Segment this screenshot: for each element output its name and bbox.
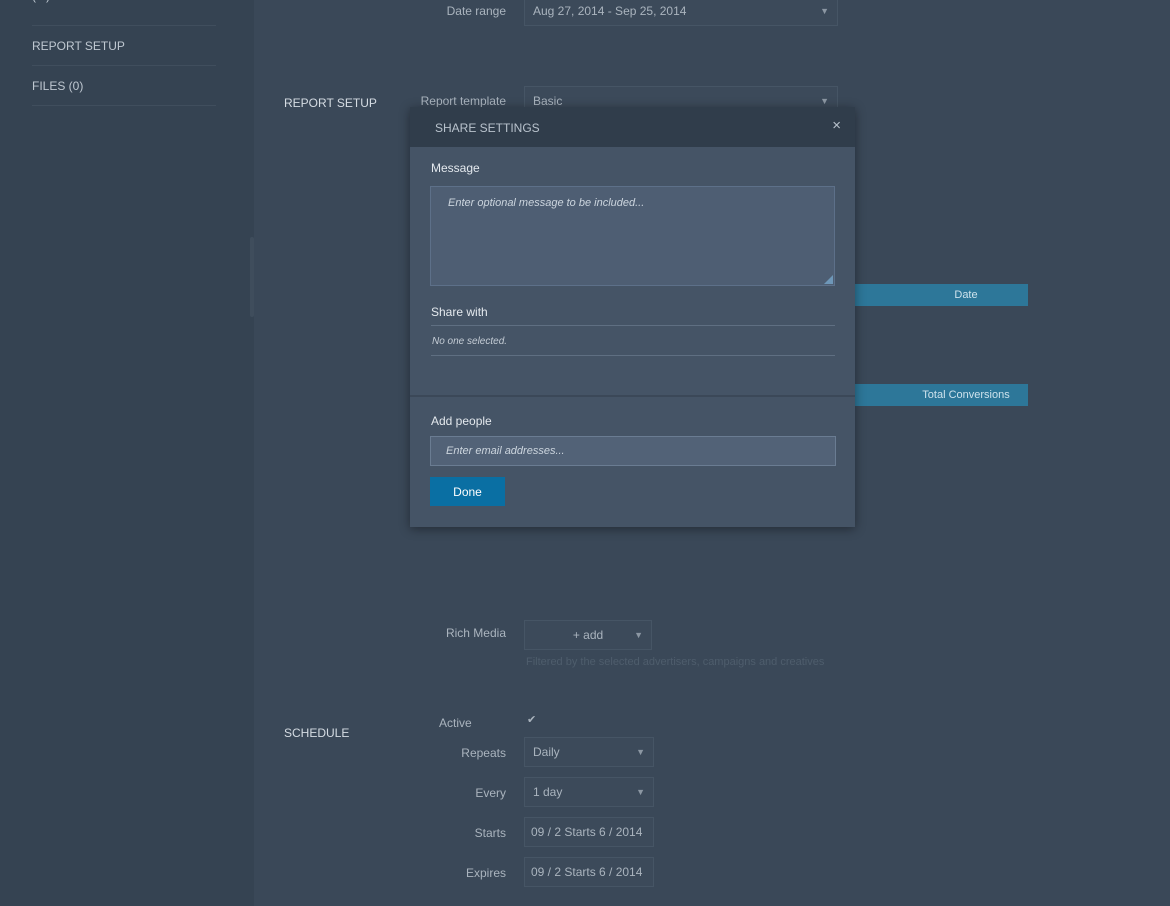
rich-media-label: Rich Media xyxy=(445,626,506,640)
section-separator xyxy=(410,395,855,397)
share-with-value: No one selected. xyxy=(432,336,508,347)
active-label: Active xyxy=(439,716,472,730)
sidebar-item-report-setup[interactable]: REPORT SETUP xyxy=(32,26,216,66)
divider xyxy=(431,355,835,356)
date-range-select[interactable]: Aug 27, 2014 - Sep 25, 2014 ▼ xyxy=(524,0,838,26)
message-textarea[interactable] xyxy=(430,186,835,286)
resize-handle-icon[interactable] xyxy=(824,275,833,284)
chevron-down-icon: ▼ xyxy=(820,6,829,16)
section-title-report-setup: REPORT SETUP xyxy=(284,96,377,110)
add-people-label: Add people xyxy=(431,414,492,428)
dialog-header: SHARE SETTINGS × xyxy=(410,107,855,147)
rich-media-add-select[interactable]: + add ▼ xyxy=(524,620,652,650)
expires-date-input[interactable]: 09 / 2 Starts 6 / 2014 xyxy=(524,857,654,887)
message-label: Message xyxy=(431,161,480,175)
table-header-total-conversions[interactable]: Total Conversions xyxy=(904,384,1028,406)
expires-label: Expires xyxy=(465,866,506,880)
starts-label: Starts xyxy=(474,826,506,840)
close-icon[interactable]: × xyxy=(832,117,841,134)
rich-media-add-label: + add xyxy=(572,628,604,642)
expires-value: 09 / 2 Starts 6 / 2014 xyxy=(531,865,643,879)
sidebar: (...) REPORT SETUP FILES (0) xyxy=(0,0,254,906)
repeats-select[interactable]: Daily ▼ xyxy=(524,737,654,767)
report-template-value: Basic xyxy=(533,94,563,108)
sidebar-item-label: (...) xyxy=(32,0,50,3)
report-template-label: Report template xyxy=(420,94,506,108)
share-settings-dialog: SHARE SETTINGS × Message Share with No o… xyxy=(410,107,855,527)
date-range-value: Aug 27, 2014 - Sep 25, 2014 xyxy=(533,4,687,18)
every-label: Every xyxy=(475,786,506,800)
every-value: 1 day xyxy=(533,785,563,799)
sidebar-item-files[interactable]: FILES (0) xyxy=(32,66,216,106)
chevron-down-icon: ▼ xyxy=(634,630,643,640)
chevron-down-icon: ▼ xyxy=(636,787,645,797)
sidebar-item-label: FILES (0) xyxy=(32,79,84,93)
email-input[interactable] xyxy=(430,436,836,466)
starts-date-input[interactable]: 09 / 2 Starts 6 / 2014 xyxy=(524,817,654,847)
starts-value: 09 / 2 Starts 6 / 2014 xyxy=(531,825,643,839)
date-range-label: Date range xyxy=(446,4,506,18)
repeats-value: Daily xyxy=(533,745,560,759)
dialog-title: SHARE SETTINGS xyxy=(435,121,540,135)
share-with-label: Share with xyxy=(431,305,488,319)
chevron-down-icon: ▼ xyxy=(636,747,645,757)
section-title-schedule: SCHEDULE xyxy=(284,726,350,740)
repeats-label: Repeats xyxy=(461,746,506,760)
table-header-date[interactable]: Date xyxy=(904,284,1028,306)
divider xyxy=(431,325,835,326)
done-button[interactable]: Done xyxy=(430,477,505,506)
every-select[interactable]: 1 day ▼ xyxy=(524,777,654,807)
sidebar-item-label: REPORT SETUP xyxy=(32,39,125,53)
sidebar-item-top[interactable]: (...) xyxy=(32,0,216,26)
rich-media-hint: Filtered by the selected advertisers, ca… xyxy=(526,656,825,668)
